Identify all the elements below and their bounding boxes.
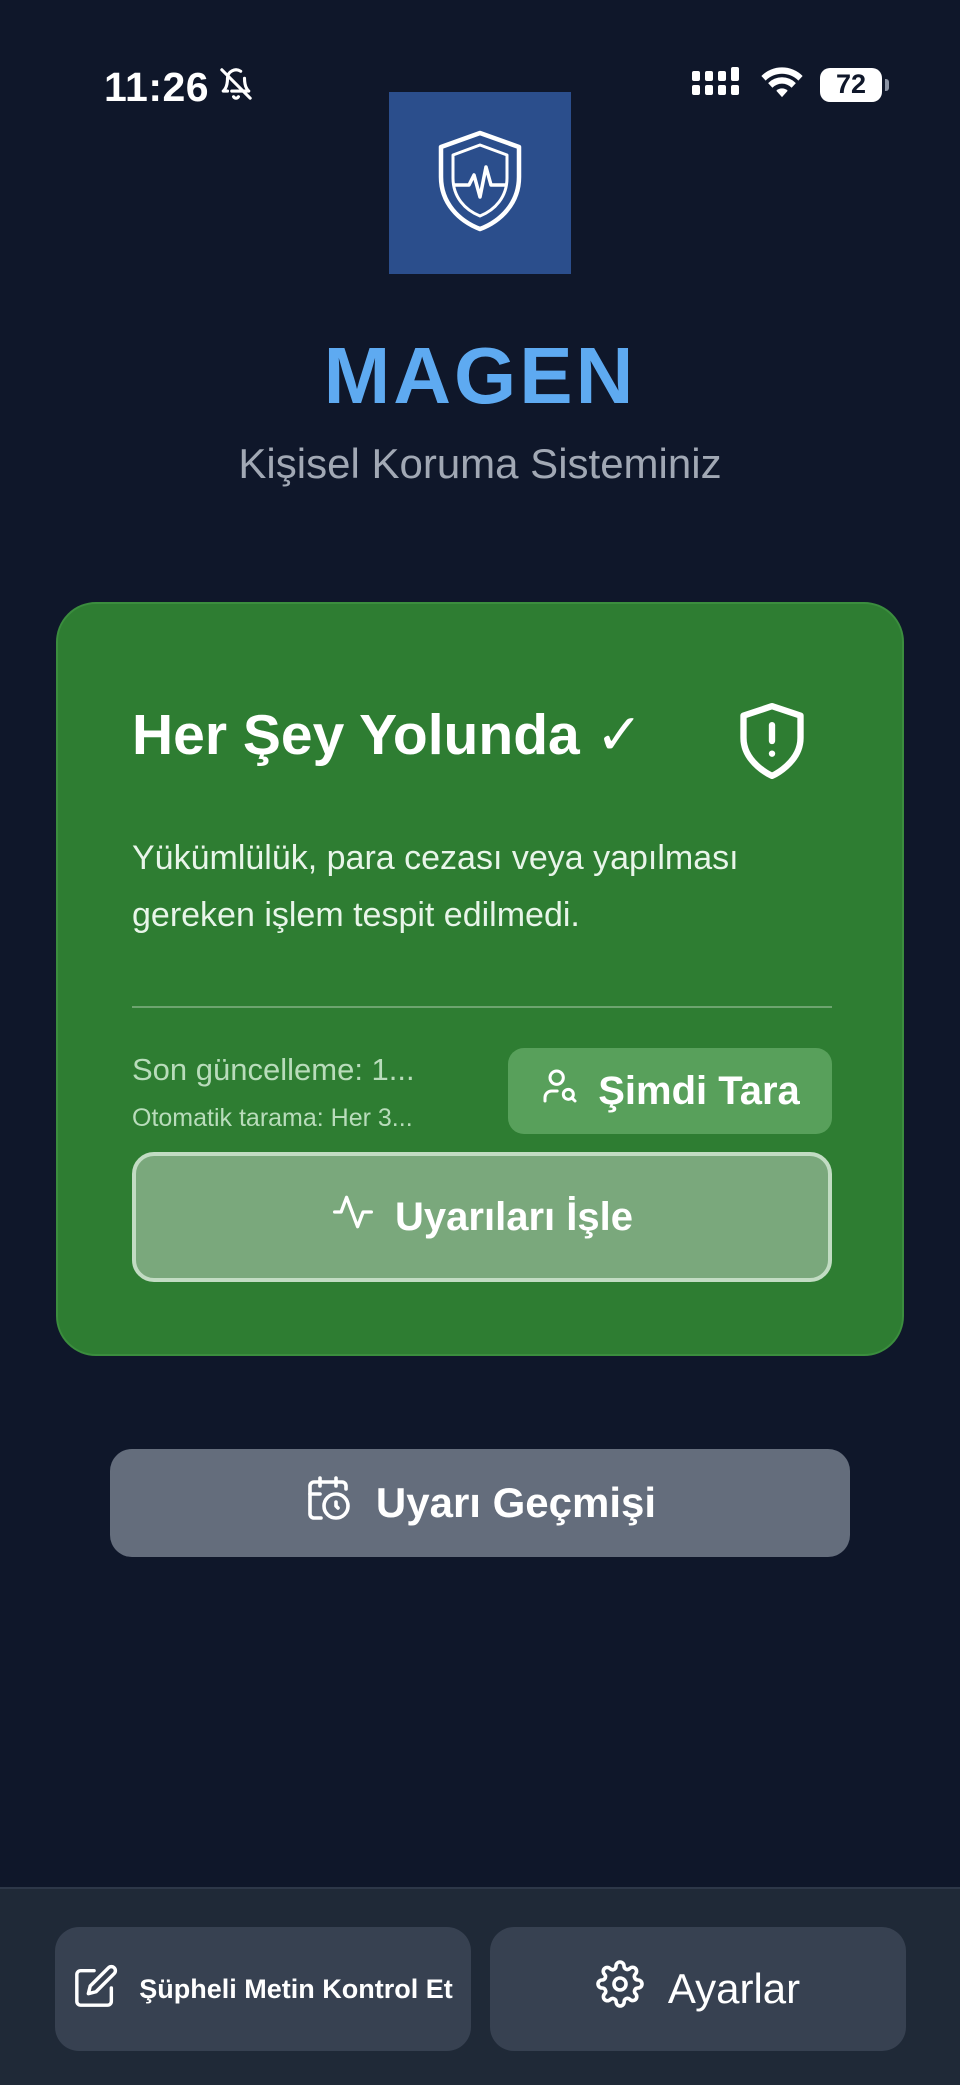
settings-button[interactable]: Ayarlar — [490, 1927, 906, 2051]
status-time: 11:26 — [104, 64, 253, 111]
time-text: 11:26 — [104, 64, 210, 110]
process-alerts-button[interactable]: Uyarıları İşle — [132, 1152, 832, 1282]
app-logo — [389, 92, 571, 274]
process-alerts-label: Uyarıları İşle — [395, 1194, 633, 1239]
app-subtitle: Kişisel Koruma Sisteminiz — [238, 440, 722, 487]
bottom-bar: Şüpheli Metin Kontrol Et Ayarlar — [0, 1887, 960, 2085]
scan-now-button[interactable]: Şimdi Tara — [508, 1048, 832, 1134]
shield-heartbeat-icon — [435, 129, 525, 238]
status-description: Yükümlülük, para cezası veya yapılması g… — [132, 839, 739, 934]
status-card: Her Şey Yolunda ✓ Yükümlülük, para cezas… — [56, 602, 904, 1356]
shield-alert-icon — [734, 698, 810, 789]
settings-label: Ayarlar — [667, 1965, 801, 2012]
calendar-clock-icon — [304, 1474, 352, 1532]
battery-indicator: 72 — [820, 67, 889, 102]
check-suspicious-text-button[interactable]: Şüpheli Metin Kontrol Et — [55, 1927, 471, 2051]
alert-history-label: Uyarı Geçmişi — [375, 1479, 657, 1526]
card-divider — [132, 1006, 832, 1008]
auto-scan-text: Otomatik tarama: Her 3... — [132, 1104, 413, 1132]
bell-off-icon — [219, 64, 253, 111]
activity-icon — [331, 1190, 375, 1244]
app-title: MAGEN — [323, 331, 637, 420]
status-title: Her Şey Yolunda ✓ — [132, 703, 644, 767]
edit-icon — [73, 1963, 119, 2016]
user-search-icon — [540, 1066, 580, 1116]
scan-now-label: Şimdi Tara — [598, 1068, 800, 1113]
wifi-icon — [760, 66, 804, 103]
status-indicators: 72 — [692, 66, 889, 103]
gear-icon — [596, 1960, 644, 2018]
alert-history-button[interactable]: Uyarı Geçmişi — [110, 1449, 850, 1557]
last-update-text: Son güncelleme: 1... — [132, 1052, 415, 1087]
check-text-label: Şüpheli Metin Kontrol Et — [139, 1973, 453, 2004]
cellular-signal-icon — [692, 67, 744, 102]
